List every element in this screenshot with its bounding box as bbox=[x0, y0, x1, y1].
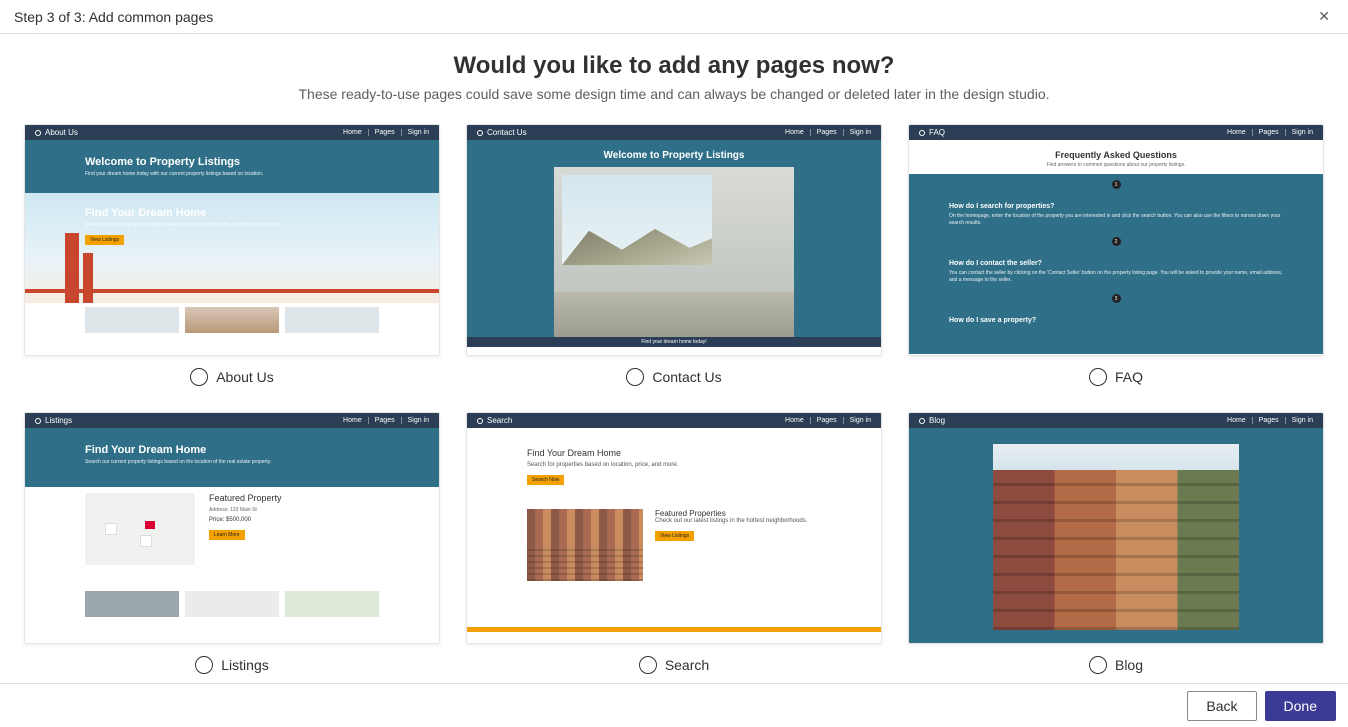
done-button[interactable]: Done bbox=[1265, 691, 1336, 721]
template-preview-search[interactable]: Search HomePagesSign in Find Your Dream … bbox=[466, 412, 882, 644]
template-option-faq[interactable]: FAQ bbox=[908, 368, 1324, 386]
page-heading: Would you like to add any pages now? bbox=[24, 52, 1324, 80]
template-option-search[interactable]: Search bbox=[466, 656, 882, 674]
radio-icon bbox=[626, 368, 644, 386]
template-label: About Us bbox=[216, 369, 274, 385]
page-templates-grid: About Us HomePagesSign in Welcome to Pro… bbox=[24, 124, 1324, 678]
template-card-about: About Us HomePagesSign in Welcome to Pro… bbox=[24, 124, 440, 390]
template-preview-about[interactable]: About Us HomePagesSign in Welcome to Pro… bbox=[24, 124, 440, 356]
template-label: Listings bbox=[221, 657, 268, 673]
close-icon[interactable]: ✕ bbox=[1314, 4, 1334, 29]
template-card-faq: FAQ HomePagesSign in Frequently Asked Qu… bbox=[908, 124, 1324, 390]
template-card-listings: Listings HomePagesSign in Find Your Drea… bbox=[24, 412, 440, 678]
template-label: Contact Us bbox=[652, 369, 721, 385]
template-option-about[interactable]: About Us bbox=[24, 368, 440, 386]
template-preview-contact[interactable]: Contact Us HomePagesSign in Welcome to P… bbox=[466, 124, 882, 356]
radio-icon bbox=[190, 368, 208, 386]
template-preview-listings[interactable]: Listings HomePagesSign in Find Your Drea… bbox=[24, 412, 440, 644]
template-label: Search bbox=[665, 657, 709, 673]
template-option-contact[interactable]: Contact Us bbox=[466, 368, 882, 386]
radio-icon bbox=[639, 656, 657, 674]
dialog-content: Would you like to add any pages now? The… bbox=[0, 34, 1348, 683]
dialog-header: Step 3 of 3: Add common pages ✕ bbox=[0, 0, 1348, 34]
template-preview-faq[interactable]: FAQ HomePagesSign in Frequently Asked Qu… bbox=[908, 124, 1324, 356]
template-card-blog: Blog HomePagesSign in Blog bbox=[908, 412, 1324, 678]
radio-icon bbox=[1089, 368, 1107, 386]
radio-icon bbox=[195, 656, 213, 674]
page-subheading: These ready-to-use pages could save some… bbox=[24, 86, 1324, 102]
template-option-blog[interactable]: Blog bbox=[908, 656, 1324, 674]
template-preview-blog[interactable]: Blog HomePagesSign in bbox=[908, 412, 1324, 644]
template-card-contact: Contact Us HomePagesSign in Welcome to P… bbox=[466, 124, 882, 390]
radio-icon bbox=[1089, 656, 1107, 674]
back-button[interactable]: Back bbox=[1187, 691, 1256, 721]
template-label: Blog bbox=[1115, 657, 1143, 673]
template-option-listings[interactable]: Listings bbox=[24, 656, 440, 674]
step-title: Step 3 of 3: Add common pages bbox=[14, 9, 213, 25]
dialog-footer: Back Done bbox=[0, 683, 1348, 727]
template-card-search: Search HomePagesSign in Find Your Dream … bbox=[466, 412, 882, 678]
template-label: FAQ bbox=[1115, 369, 1143, 385]
